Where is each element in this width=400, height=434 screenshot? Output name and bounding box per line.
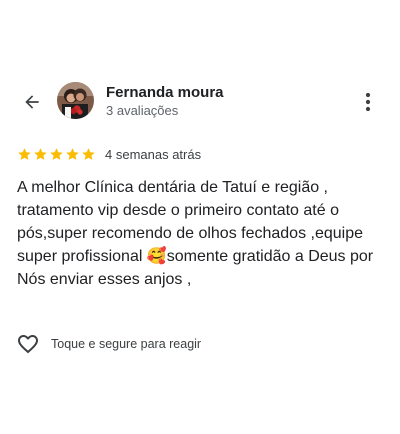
review-header: Fernanda moura 3 avaliações (0, 80, 400, 124)
star-icon (18, 147, 31, 160)
more-options-button[interactable] (356, 88, 380, 116)
reviewer-review-count: 3 avaliações (106, 103, 179, 118)
arrow-back-icon (25, 95, 39, 109)
review-time: 4 semanas atrás (105, 146, 202, 162)
avatar-photo (57, 82, 94, 119)
review-text: A melhor Clínica dentária de Tatuí e reg… (17, 179, 374, 288)
star-icon (66, 147, 79, 160)
reviewer-name[interactable]: Fernanda moura (106, 84, 224, 101)
react-label: Toque e segure para reagir (51, 337, 202, 351)
react-button[interactable]: Toque e segure para reagir (16, 332, 201, 356)
rating-row: 4 semanas atrás (17, 144, 201, 164)
star-icon (82, 147, 95, 160)
more-vert-icon (365, 92, 371, 112)
back-button[interactable] (18, 88, 46, 116)
avatar[interactable] (57, 82, 94, 119)
heart-outline-icon (16, 332, 40, 356)
star-rating (17, 147, 96, 162)
star-icon (34, 147, 47, 160)
star-icon (50, 147, 63, 160)
